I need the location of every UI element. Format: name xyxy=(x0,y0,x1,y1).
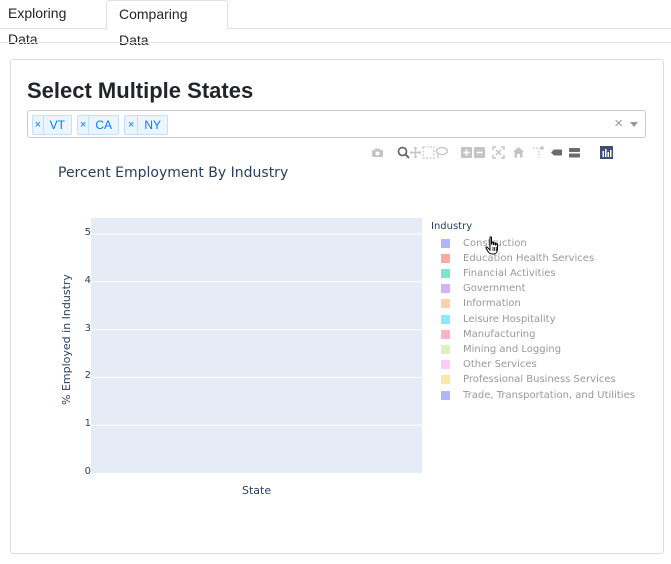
legend-item[interactable]: Trade, Transportation, and Utilities xyxy=(441,389,635,401)
legend-item[interactable]: Leisure Hospitality xyxy=(441,313,556,325)
legend-item[interactable]: Professional Business Services xyxy=(441,374,616,386)
y-tick-label: 2 xyxy=(84,370,91,382)
legend-item[interactable]: Other Services xyxy=(441,359,537,371)
hand-cursor-icon xyxy=(485,236,498,255)
y-tick-label: 1 xyxy=(84,418,91,430)
divider xyxy=(0,42,671,43)
plot-area[interactable] xyxy=(91,218,422,473)
legend-title: Industry xyxy=(431,221,473,232)
legend-item[interactable]: Education Health Services xyxy=(441,252,594,264)
legend-swatch xyxy=(441,375,450,385)
legend-swatch xyxy=(441,253,450,263)
comparison-card: Select Multiple States × VT × CA × NY × … xyxy=(10,59,664,554)
tab-exploring-data[interactable]: Exploring Data xyxy=(0,0,106,47)
tab-bar: Exploring Data Comparing Data xyxy=(0,0,671,48)
legend-swatch xyxy=(441,390,450,400)
legend-swatch xyxy=(441,344,450,354)
legend-item[interactable]: Financial Activities xyxy=(441,267,556,279)
chart-svg xyxy=(91,218,422,473)
legend-label: Education Health Services xyxy=(463,252,595,264)
legend-label: Professional Business Services xyxy=(463,374,616,386)
y-tick-label: 4 xyxy=(84,274,91,286)
x-axis-label: State xyxy=(242,484,272,497)
legend-item[interactable]: Construction xyxy=(441,237,527,249)
legend-item[interactable]: Information xyxy=(441,298,521,310)
legend-swatch xyxy=(441,299,450,309)
legend-label: Manufacturing xyxy=(463,328,536,340)
legend-swatch xyxy=(441,268,450,278)
tab-comparing-data[interactable]: Comparing Data xyxy=(106,0,228,48)
legend-swatch xyxy=(441,329,450,339)
legend-item[interactable]: Mining and Logging xyxy=(441,343,561,355)
legend-item[interactable]: Government xyxy=(441,283,525,295)
legend-label: Mining and Logging xyxy=(463,343,562,355)
legend-item[interactable]: Manufacturing xyxy=(441,328,535,340)
y-tick-label: 5 xyxy=(84,227,91,238)
legend-swatch xyxy=(441,314,450,324)
y-axis-label: % Employed in Industry xyxy=(60,274,73,405)
legend-label: Government xyxy=(463,283,526,295)
y-tick-label: 3 xyxy=(84,322,91,334)
legend-label: Other Services xyxy=(463,359,537,371)
legend-label: Information xyxy=(463,298,521,310)
legend-swatch xyxy=(441,238,450,248)
legend-swatch xyxy=(441,360,450,370)
legend-label: Trade, Transportation, and Utilities xyxy=(463,389,635,401)
legend-label: Leisure Hospitality xyxy=(463,313,556,325)
y-tick-label: 0 xyxy=(84,466,91,477)
legend-swatch xyxy=(441,284,450,294)
legend-label: Financial Activities xyxy=(463,267,556,279)
